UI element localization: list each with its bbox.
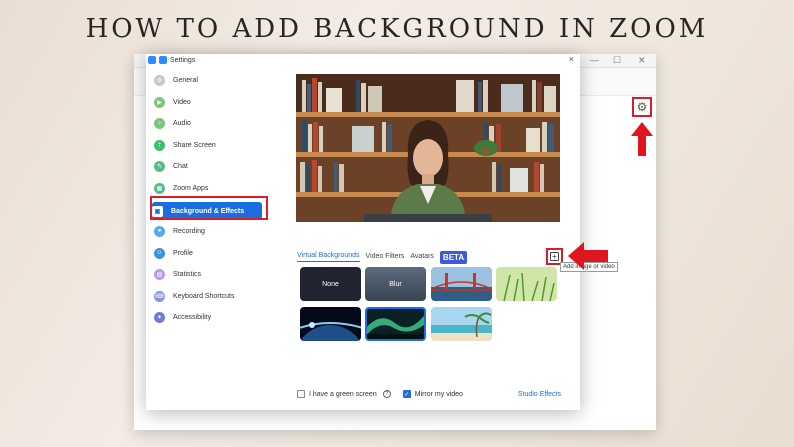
background-thumb-grass[interactable] <box>496 267 557 301</box>
background-tabs: Virtual Backgrounds Video Filters Avatar… <box>297 250 468 264</box>
earth-image <box>300 307 361 341</box>
beach-image <box>431 307 492 341</box>
golden-gate-image <box>431 267 492 301</box>
keyboard-icon: ⌨ <box>154 290 165 302</box>
video-icon: ▶ <box>154 96 165 108</box>
studio-effects-link[interactable]: Studio Effects <box>518 391 561 398</box>
sidebar-item-label: Profile <box>173 249 193 257</box>
sidebar-item-statistics[interactable]: ▤ Statistics <box>154 266 266 282</box>
video-preview-image <box>296 74 560 222</box>
zoom-logo-icon-2 <box>159 56 167 64</box>
apps-icon: ▦ <box>154 182 165 194</box>
settings-title: Settings <box>170 56 196 64</box>
sidebar-item-keyboard-shortcuts[interactable]: ⌨ Keyboard Shortcuts <box>154 288 266 304</box>
share-screen-icon: ⇡ <box>154 139 165 151</box>
grass-image <box>496 267 557 301</box>
sidebar-item-accessibility[interactable]: ✦ Accessibility <box>154 309 266 325</box>
mirror-video-checkbox[interactable]: ✓ <box>402 390 411 398</box>
gear-icon: ⚙ <box>154 74 165 86</box>
mirror-video-label: Mirror my video <box>414 390 463 398</box>
help-icon[interactable]: ? <box>382 390 391 398</box>
sidebar-item-share-screen[interactable]: ⇡ Share Screen <box>154 137 266 153</box>
sidebar-item-label: Statistics <box>173 270 202 278</box>
minimize-icon[interactable]: — <box>590 55 599 65</box>
sidebar-item-label: Video <box>173 98 191 106</box>
settings-dialog: Settings × ⚙ General ▶ Video ♪ Audio ⇡ Share Sc… <box>146 54 618 410</box>
sidebar-item-label: Zoom Apps <box>173 184 209 192</box>
green-screen-checkbox[interactable] <box>297 390 305 398</box>
thumb-label: None <box>322 280 339 288</box>
sidebar-item-label: Keyboard Shortcuts <box>173 292 235 300</box>
stats-icon: ▤ <box>154 268 165 280</box>
profile-icon: ☺ <box>154 247 165 259</box>
sidebar-item-video[interactable]: ▶ Video <box>154 94 266 110</box>
tab-video-filters[interactable]: Video Filters <box>366 253 405 262</box>
sidebar-item-chat[interactable]: ✎ Chat <box>154 158 266 174</box>
aurora-image <box>367 309 424 339</box>
background-thumb-earth[interactable] <box>300 307 361 341</box>
green-screen-label: I have a green screen <box>309 390 377 398</box>
plus-icon: + <box>550 252 559 261</box>
maximize-icon[interactable]: ☐ <box>613 55 621 66</box>
headline: HOW TO ADD BACKGROUND IN ZOOM <box>85 14 709 44</box>
close-icon[interactable]: ✕ <box>638 55 646 66</box>
zoom-logo-icon <box>148 56 156 64</box>
sidebar-item-label: Accessibility <box>173 313 212 321</box>
sidebar-item-recording[interactable]: ● Recording <box>154 223 266 239</box>
sidebar-item-label: Audio <box>173 119 191 127</box>
video-options-row: I have a green screen ? ✓ Mirror my vide… <box>297 388 561 400</box>
tab-avatars[interactable]: Avatars <box>410 253 434 262</box>
red-arrow-up-icon <box>631 122 653 156</box>
active-item-highlight-box <box>150 196 268 220</box>
gear-icon: ⚙ <box>636 100 648 114</box>
thumb-label: Blur <box>389 280 402 288</box>
sidebar-item-zoom-apps[interactable]: ▦ Zoom Apps <box>154 180 266 196</box>
background-thumb-golden-gate[interactable] <box>431 267 492 301</box>
background-thumb-aurora[interactable] <box>365 307 426 341</box>
tab-virtual-backgrounds[interactable]: Virtual Backgrounds <box>297 252 360 262</box>
background-thumb-blur[interactable]: Blur <box>365 267 426 301</box>
sidebar-item-label: Share Screen <box>173 141 216 149</box>
settings-sidebar: ⚙ General ▶ Video ♪ Audio ⇡ Share Screen ✎ Chat ▦ Z… <box>146 70 274 390</box>
settings-close-button[interactable]: × <box>569 54 574 64</box>
sidebar-item-audio[interactable]: ♪ Audio <box>154 115 266 131</box>
record-icon: ● <box>154 225 165 237</box>
headphones-icon: ♪ <box>154 117 165 129</box>
sidebar-item-label: General <box>173 76 198 84</box>
settings-titlebar: Settings × <box>146 54 580 66</box>
settings-gear-button[interactable]: ⚙ <box>632 97 652 117</box>
sidebar-item-profile[interactable]: ☺ Profile <box>154 245 266 261</box>
sidebar-item-general[interactable]: ⚙ General <box>154 72 266 88</box>
sidebar-item-label: Chat <box>173 162 188 170</box>
chat-icon: ✎ <box>154 160 165 172</box>
beta-badge: BETA <box>439 250 468 264</box>
video-preview <box>296 74 560 222</box>
background-thumb-none[interactable]: None <box>300 267 361 301</box>
accessibility-icon: ✦ <box>154 311 165 323</box>
background-thumb-beach[interactable] <box>431 307 492 341</box>
red-arrow-left-icon <box>568 242 608 270</box>
sidebar-item-label: Recording <box>173 227 205 235</box>
